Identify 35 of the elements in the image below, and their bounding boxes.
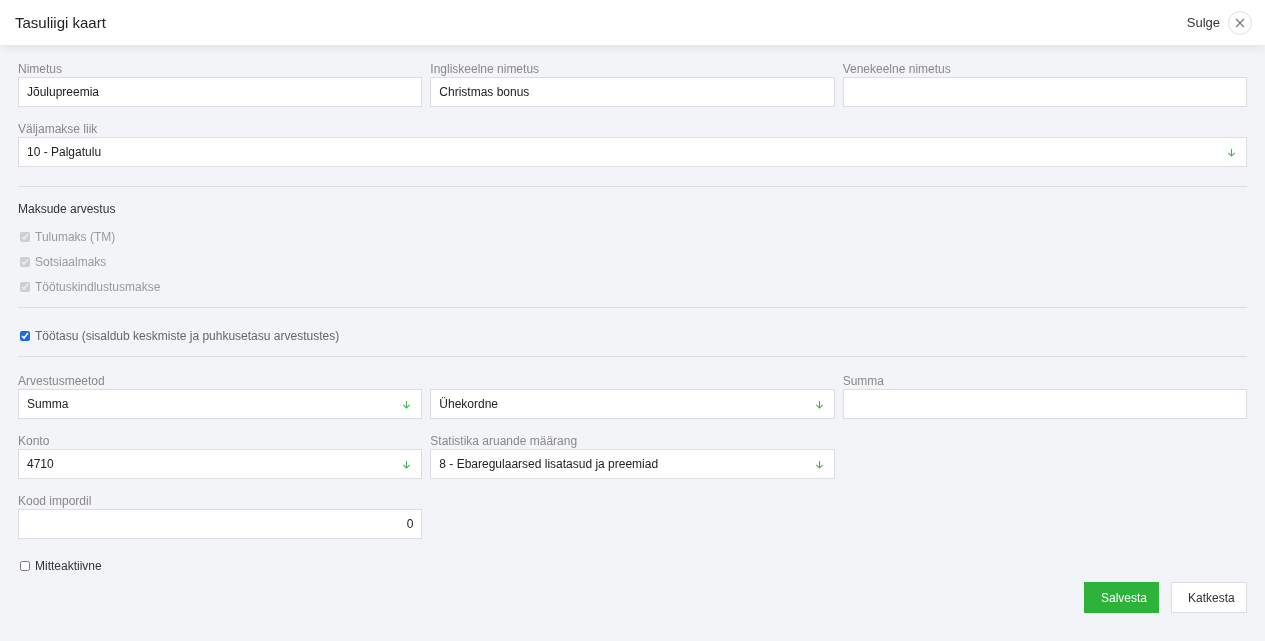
checkbox-label: Sotsiaalmaks	[35, 254, 107, 269]
arrow-down-icon	[814, 399, 824, 409]
field-label: Statistika aruande määrang	[430, 433, 579, 449]
field-label: Summa	[842, 373, 885, 389]
checkbox-label: Mitteaktiivne	[35, 558, 102, 573]
field-label: Väljamakse liik	[18, 121, 99, 137]
field-label: Konto	[18, 433, 51, 449]
field-label: Kood impordil	[18, 493, 93, 509]
checkbox-label: Tulumaks (TM)	[35, 229, 116, 244]
payout-type-dropdown[interactable]: 10 - Palgatulu	[18, 137, 1247, 167]
arrow-down-icon	[402, 399, 412, 409]
dropdown[interactable]: 8 - Ebaregulaarsed lisatasud ja preemiad	[430, 449, 835, 479]
field-label: Arvestusmeetod	[18, 373, 106, 389]
text-field[interactable]	[842, 389, 1247, 419]
checkbox[interactable]	[20, 330, 30, 341]
field-label: Venekeelne nimetus	[842, 61, 952, 77]
checkbox-label: Töötuskindlustusmakse	[35, 279, 161, 294]
checkbox-label: Töötasu (sisaldub keskmiste ja puhkusetasu arvestustes)	[35, 328, 340, 343]
dropdown[interactable]: Ühekordne	[430, 389, 835, 419]
text-field[interactable]: 0	[18, 509, 423, 539]
arrow-down-icon	[402, 459, 412, 469]
close-icon[interactable]	[1228, 10, 1252, 35]
dropdown[interactable]: Summa	[18, 389, 423, 419]
cancel-button[interactable]: Katkesta	[1171, 582, 1247, 613]
arrow-down-icon	[1227, 147, 1236, 157]
field-label: Ingliskeelne nimetus	[430, 61, 541, 77]
text-field[interactable]: Jõulupreemia	[18, 77, 423, 107]
field-label: Nimetus	[18, 61, 63, 77]
window-title: Tasuliigi kaart	[15, 14, 107, 31]
arrow-down-icon	[814, 459, 824, 469]
text-field[interactable]	[842, 77, 1247, 107]
dropdown[interactable]: 4710	[18, 449, 423, 479]
section-title: Maksude arvestus	[18, 202, 117, 218]
close-button[interactable]: Sulge	[1186, 15, 1228, 30]
text-field[interactable]: Christmas bonus	[430, 77, 835, 107]
